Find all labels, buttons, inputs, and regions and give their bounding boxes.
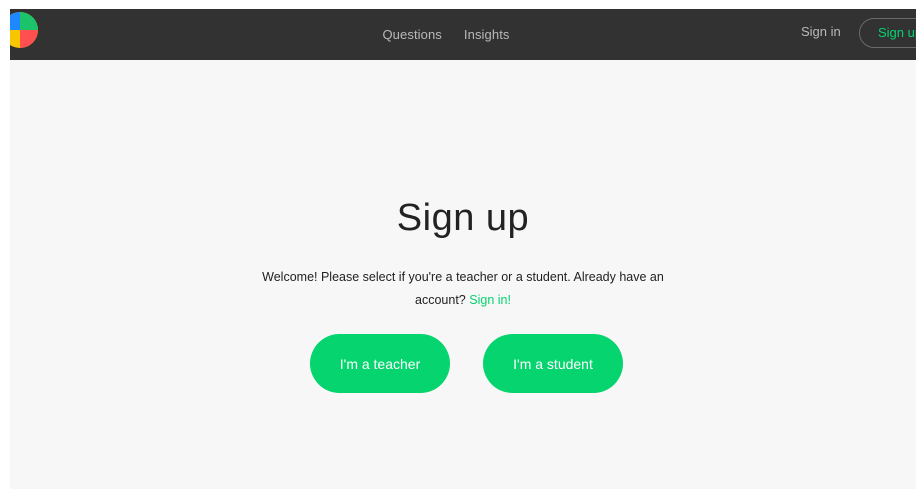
student-button[interactable]: I'm a student (483, 334, 623, 393)
app-window: Questions Insights Sign in Sign up Sign … (10, 9, 916, 489)
nav-questions-link[interactable]: Questions (382, 27, 441, 42)
intro-message: Welcome! Please select if you're a teach… (262, 270, 664, 307)
top-navbar: Questions Insights Sign in Sign up (10, 9, 916, 60)
signup-section: Sign up Welcome! Please select if you're… (10, 60, 916, 489)
nav-sign-in-link[interactable]: Sign in (801, 24, 841, 39)
nav-insights-link[interactable]: Insights (464, 27, 510, 42)
teacher-button[interactable]: I'm a teacher (310, 334, 450, 393)
page-title: Sign up (396, 197, 530, 239)
intro-text: Welcome! Please select if you're a teach… (258, 266, 668, 312)
page: Questions Insights Sign in Sign up Sign … (0, 0, 916, 489)
nav-links: Questions Insights (10, 9, 916, 60)
nav-sign-up-button[interactable]: Sign up (859, 18, 916, 48)
sign-in-inline-link[interactable]: Sign in! (469, 293, 511, 307)
logo-icon[interactable] (10, 10, 40, 50)
